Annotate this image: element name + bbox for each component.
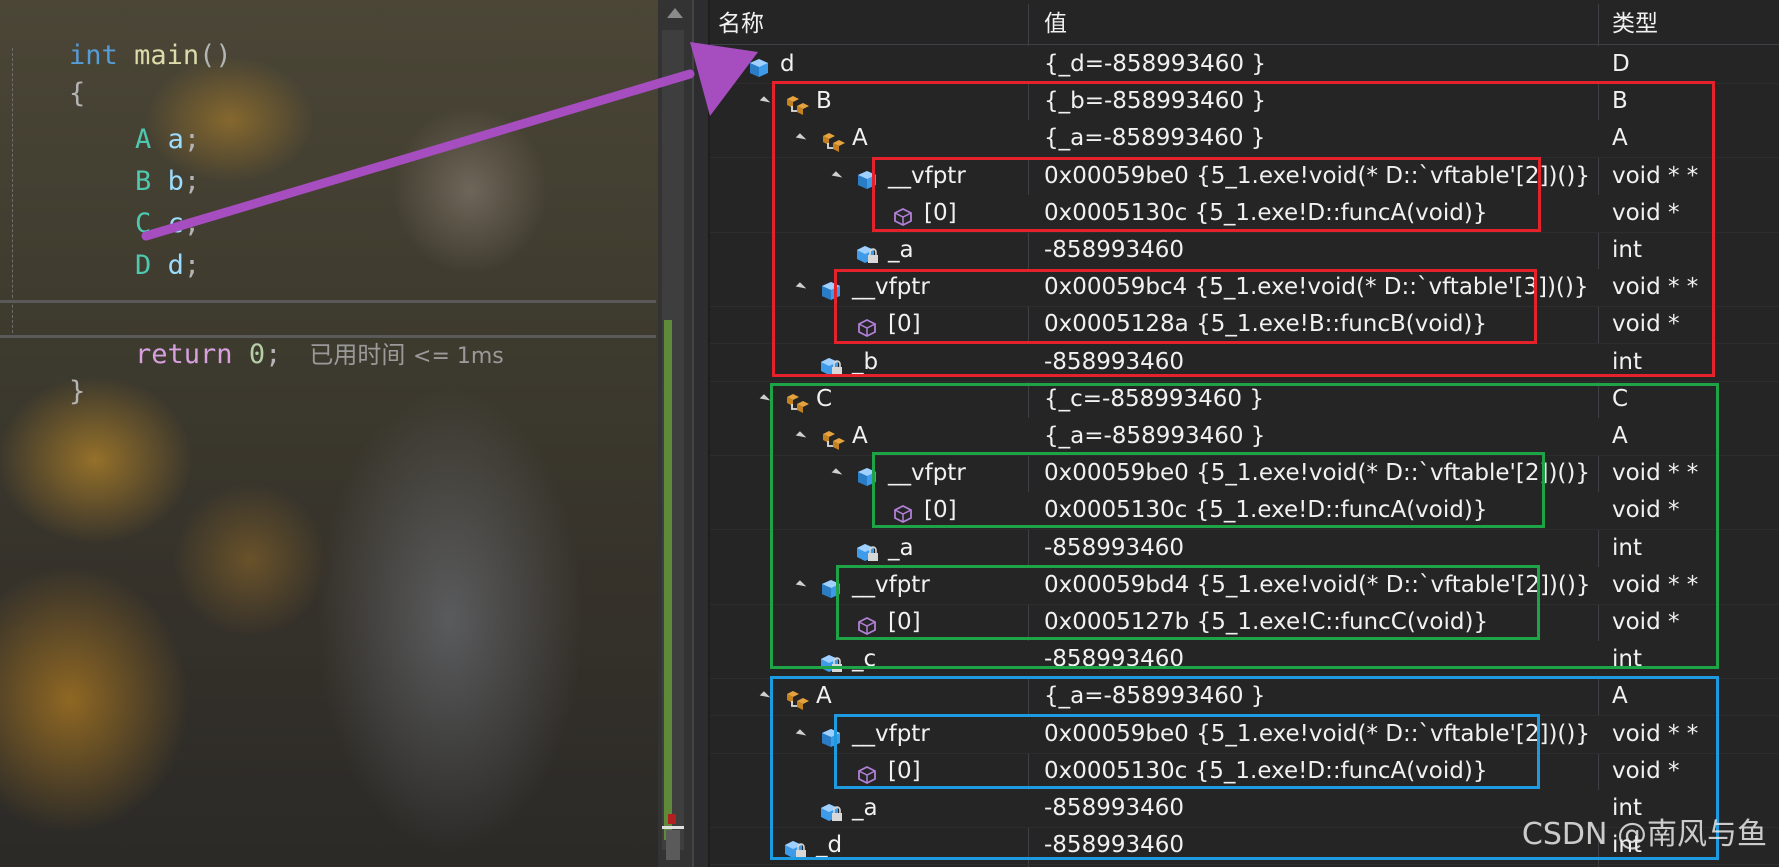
annotation-arrow bbox=[141, 42, 758, 241]
arrow-shaft bbox=[141, 69, 695, 241]
watermark: CSDN @南风与鱼 bbox=[1521, 817, 1767, 852]
arrow-head bbox=[690, 42, 758, 116]
